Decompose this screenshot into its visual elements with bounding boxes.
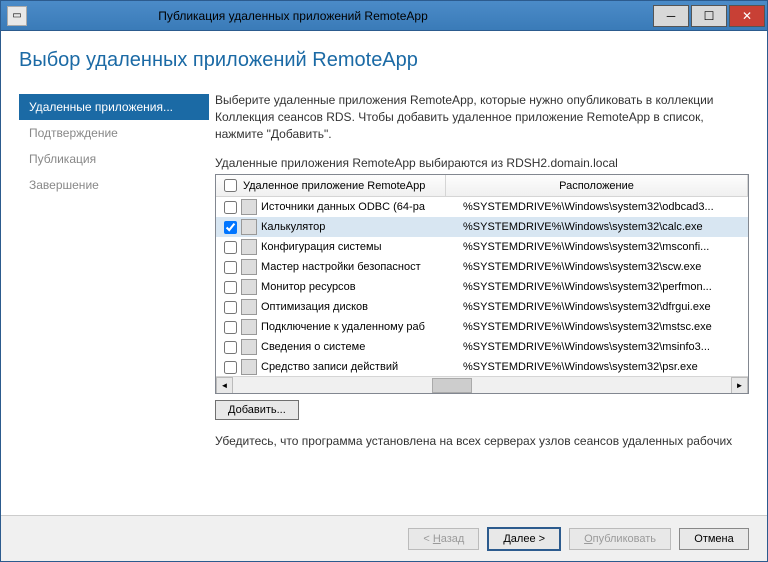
table-row[interactable]: Монитор ресурсов%SYSTEMDRIVE%\Windows\sy… [216,277,748,297]
header-app-column[interactable]: Удаленное приложение RemoteApp [216,175,446,196]
sidebar-item-confirmation[interactable]: Подтверждение [19,120,209,146]
publish-button: Опубликовать [569,528,671,550]
cancel-label: Отмена [694,533,733,545]
next-button[interactable]: Далее > [487,527,561,551]
table-row[interactable]: Калькулятор%SYSTEMDRIVE%\Windows\system3… [216,217,748,237]
row-location: %SYSTEMDRIVE%\Windows\system32\msinfo3..… [459,341,748,353]
row-location: %SYSTEMDRIVE%\Windows\system32\odbcad3..… [459,201,748,213]
row-app-name: Подключение к удаленному раб [261,321,459,333]
row-location: %SYSTEMDRIVE%\Windows\system32\msconfi..… [459,241,748,253]
row-location: %SYSTEMDRIVE%\Windows\system32\psr.exe [459,361,748,373]
minimize-button[interactable]: ─ [653,5,689,27]
row-location: %SYSTEMDRIVE%\Windows\system32\calc.exe [459,221,748,233]
page-title: Выбор удаленных приложений RemoteApp [19,49,749,72]
add-button-label: Добавить... [228,404,286,416]
wizard-window: ▭ Публикация удаленных приложений Remote… [0,0,768,562]
app-icon [241,359,257,375]
sidebar-item-label: Удаленные приложения... [29,100,173,114]
row-location: %SYSTEMDRIVE%\Windows\system32\scw.exe [459,261,748,273]
window-title: Публикация удаленных приложений RemoteAp… [33,9,653,23]
app-icon [241,239,257,255]
app-icon [241,219,257,235]
row-app-name: Конфигурация системы [261,241,459,253]
source-text: Удаленные приложения RemoteApp выбираютс… [215,156,749,170]
sidebar-item-label: Завершение [29,178,99,192]
content-area: Выбор удаленных приложений RemoteApp Уда… [1,31,767,515]
app-icon [241,199,257,215]
horizontal-scrollbar[interactable]: ◄ ► [216,376,748,393]
row-app-name: Калькулятор [261,221,459,233]
sidebar-item-label: Публикация [29,152,96,166]
row-checkbox[interactable] [224,321,237,334]
header-location-column[interactable]: Расположение [446,175,748,196]
app-icon: ▭ [7,6,27,26]
app-icon [241,299,257,315]
app-icon [241,319,257,335]
close-button[interactable]: ✕ [729,5,765,27]
table-row[interactable]: Мастер настройки безопасност%SYSTEMDRIVE… [216,257,748,277]
row-app-name: Оптимизация дисков [261,301,459,313]
app-icon [241,339,257,355]
table-row[interactable]: Сведения о системе%SYSTEMDRIVE%\Windows\… [216,337,748,357]
verify-text: Убедитесь, что программа установлена на … [215,434,749,448]
scroll-thumb[interactable] [432,378,472,393]
row-checkbox[interactable] [224,281,237,294]
scroll-right-button[interactable]: ► [731,377,748,394]
row-app-name: Монитор ресурсов [261,281,459,293]
sidebar-item-publish[interactable]: Публикация [19,146,209,172]
app-icon [241,279,257,295]
list-body: Источники данных ODBC (64-ра%SYSTEMDRIVE… [216,197,748,394]
select-all-checkbox[interactable] [224,179,237,192]
maximize-button[interactable]: ☐ [691,5,727,27]
row-location: %SYSTEMDRIVE%\Windows\system32\perfmon..… [459,281,748,293]
row-checkbox[interactable] [224,361,237,374]
sidebar-item-completion[interactable]: Завершение [19,172,209,198]
back-button: < Назад [408,528,479,550]
row-checkbox[interactable] [224,301,237,314]
table-row[interactable]: Подключение к удаленному раб%SYSTEMDRIVE… [216,317,748,337]
body-area: Выберите удаленные приложения RemoteApp,… [209,92,749,503]
row-app-name: Сведения о системе [261,341,459,353]
row-checkbox[interactable] [224,201,237,214]
table-row[interactable]: Конфигурация системы%SYSTEMDRIVE%\Window… [216,237,748,257]
row-app-name: Мастер настройки безопасност [261,261,459,273]
header-location-label: Расположение [559,180,634,192]
scroll-left-button[interactable]: ◄ [216,377,233,394]
add-button[interactable]: Добавить... [215,400,299,420]
list-header: Удаленное приложение RemoteApp Расположе… [216,175,748,197]
row-app-name: Средство записи действий [261,361,459,373]
row-checkbox[interactable] [224,221,237,234]
table-row[interactable]: Средство записи действий%SYSTEMDRIVE%\Wi… [216,357,748,377]
row-checkbox[interactable] [224,241,237,254]
row-checkbox[interactable] [224,341,237,354]
cancel-button[interactable]: Отмена [679,528,749,550]
sidebar-item-remoteapps[interactable]: Удаленные приложения... [19,94,209,120]
row-location: %SYSTEMDRIVE%\Windows\system32\mstsc.exe [459,321,748,333]
app-icon [241,259,257,275]
wizard-steps-sidebar: Удаленные приложения... Подтверждение Пу… [19,92,209,503]
row-location: %SYSTEMDRIVE%\Windows\system32\dfrgui.ex… [459,301,748,313]
row-app-name: Источники данных ODBC (64-ра [261,201,459,213]
scroll-track[interactable] [233,377,731,393]
titlebar: ▭ Публикация удаленных приложений Remote… [1,1,767,31]
titlebar-buttons: ─ ☐ ✕ [653,5,767,27]
table-row[interactable]: Источники данных ODBC (64-ра%SYSTEMDRIVE… [216,197,748,217]
main-area: Удаленные приложения... Подтверждение Пу… [19,92,749,503]
header-app-label: Удаленное приложение RemoteApp [243,180,425,192]
table-row[interactable]: Оптимизация дисков%SYSTEMDRIVE%\Windows\… [216,297,748,317]
button-bar: < Назад Далее > Опубликовать Отмена [1,515,767,561]
intro-text: Выберите удаленные приложения RemoteApp,… [215,92,749,142]
row-checkbox[interactable] [224,261,237,274]
sidebar-item-label: Подтверждение [29,126,118,140]
app-list: Удаленное приложение RemoteApp Расположе… [215,174,749,394]
